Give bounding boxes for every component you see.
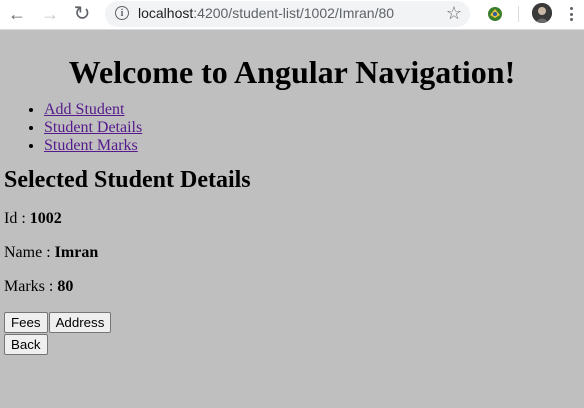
bookmark-star-icon[interactable]: ☆ [446,3,462,24]
nav-list: Add Student Student Details Student Mark… [0,101,584,155]
info-icon[interactable]: i [115,6,129,20]
section-title: Selected Student Details [4,167,251,193]
page-content: Welcome to Angular Navigation! Add Stude… [0,30,584,355]
url-path: :4200/student-list/1002/Imran/80 [193,5,395,21]
id-label: Id : [4,210,30,227]
marks-value: 80 [57,278,74,295]
back-arrow-icon[interactable]: ← [6,3,28,25]
browser-toolbar: ← → ↻ i localhost:4200/student-list/1002… [0,0,584,30]
extension-icon[interactable] [486,5,504,23]
toolbar-divider [518,6,519,22]
page-title: Welcome to Angular Navigation! [68,54,516,90]
add-student-link[interactable]: Add Student [44,101,124,118]
marks-field: Marks : 80 [4,278,584,296]
name-field: Name : Imran [4,244,584,262]
student-marks-link[interactable]: Student Marks [44,137,138,154]
marks-label: Marks : [4,278,58,295]
url-host: localhost [138,5,194,21]
back-button[interactable]: Back [4,334,48,355]
button-row: Fees Address [4,312,584,333]
name-label: Name : [4,244,55,261]
menu-dots-icon[interactable] [568,4,574,24]
name-value: Imran [54,244,99,261]
nav-item: Student Marks [44,137,584,155]
fees-button[interactable]: Fees [4,312,48,333]
address-bar[interactable]: i localhost:4200/student-list/1002/Imran… [105,1,470,27]
nav-item: Student Details [44,119,584,137]
student-details-link[interactable]: Student Details [44,119,142,136]
id-field: Id : 1002 [4,210,584,228]
id-value: 1002 [29,210,62,227]
button-row: Back [4,334,584,355]
address-button[interactable]: Address [48,312,112,333]
url-text[interactable]: localhost:4200/student-list/1002/Imran/8… [138,5,394,21]
reload-icon[interactable]: ↻ [71,3,93,25]
nav-item: Add Student [44,101,584,119]
forward-arrow-icon[interactable]: → [39,3,61,25]
profile-avatar[interactable] [532,3,552,23]
